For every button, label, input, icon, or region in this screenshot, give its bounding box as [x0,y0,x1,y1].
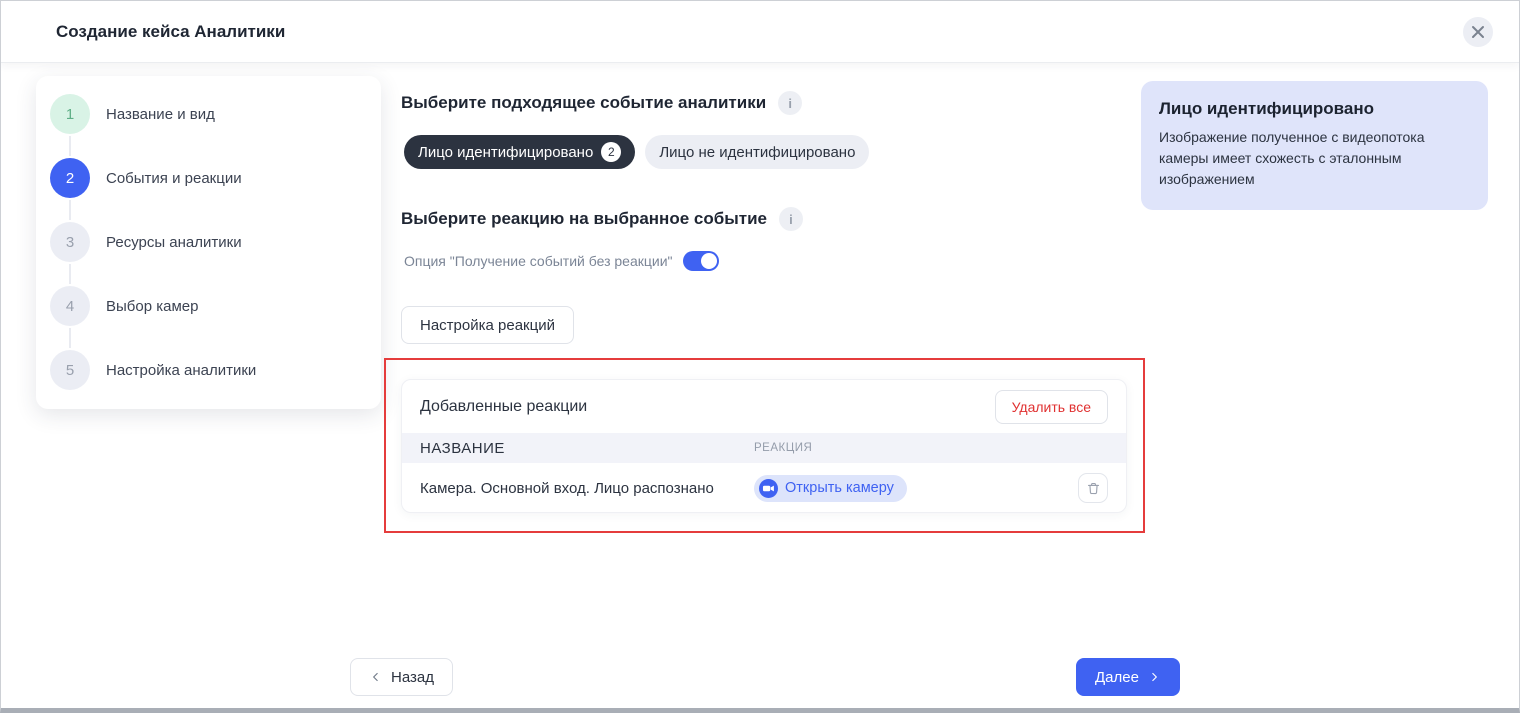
column-header-name: НАЗВАНИЕ [420,440,754,457]
reaction-row-name: Камера. Основной вход. Лицо распознано [420,480,754,497]
reactions-table-header: НАЗВАНИЕ РЕАКЦИЯ [402,433,1126,463]
next-button-label: Далее [1095,669,1139,686]
chip-count-badge: 2 [601,142,621,162]
wizard-stepper: 1 Название и вид 2 События и реакции 3 Р… [36,76,381,409]
step-label: Название и вид [106,106,215,123]
step-analytics-settings[interactable]: 5 Настройка аналитики [50,350,365,390]
info-icon[interactable]: i [778,91,802,115]
step-label: Выбор камер [106,298,198,315]
reaction-chip-label: Открыть камеру [785,480,894,496]
added-reactions-title: Добавленные реакции [420,398,587,416]
step-label: События и реакции [106,170,242,187]
step-name-and-type[interactable]: 1 Название и вид [50,94,365,134]
back-button[interactable]: Назад [350,658,453,696]
info-icon[interactable]: i [779,207,803,231]
step-label: Настройка аналитики [106,362,256,379]
no-reaction-toggle[interactable] [683,251,719,271]
step-camera-selection[interactable]: 4 Выбор камер [50,286,365,326]
step-number: 3 [50,222,90,262]
no-reaction-option-row: Опция "Получение событий без реакции" [404,251,719,271]
event-description-title: Лицо идентифицировано [1159,99,1468,119]
configure-reactions-button[interactable]: Настройка реакций [401,306,574,344]
step-number: 1 [50,94,90,134]
delete-all-button[interactable]: Удалить все [995,390,1108,424]
chip-face-not-identified[interactable]: Лицо не идентифицировано [645,135,869,169]
step-number: 4 [50,286,90,326]
event-section-title: Выберите подходящее событие аналитики i [401,91,802,115]
event-chips: Лицо идентифицировано 2 Лицо не идентифи… [404,135,869,169]
chip-label: Лицо не идентифицировано [659,144,855,161]
toggle-label: Опция "Получение событий без реакции" [404,253,673,269]
reaction-section-title-text: Выберите реакцию на выбранное событие [401,209,767,229]
chip-label: Лицо идентифицировано [418,144,593,161]
added-reactions-panel: Добавленные реакции Удалить все НАЗВАНИЕ… [401,379,1127,513]
chevron-right-icon [1147,670,1161,684]
step-analytics-resources[interactable]: 3 Ресурсы аналитики [50,222,365,262]
page-title: Создание кейса Аналитики [56,22,285,42]
event-section-title-text: Выберите подходящее событие аналитики [401,93,766,113]
back-button-label: Назад [391,669,434,686]
open-camera-reaction-chip[interactable]: Открыть камеру [754,475,907,502]
step-number: 5 [50,350,90,390]
close-button[interactable] [1463,17,1493,47]
added-reactions-header: Добавленные реакции Удалить все [402,380,1126,433]
next-button[interactable]: Далее [1076,658,1180,696]
reaction-cell: Открыть камеру [754,475,1078,502]
step-label: Ресурсы аналитики [106,234,242,251]
toggle-knob [701,253,717,269]
reaction-section-title: Выберите реакцию на выбранное событие i [401,207,803,231]
trash-icon [1086,481,1101,496]
event-description-panel: Лицо идентифицировано Изображение получе… [1141,81,1488,210]
column-header-reaction: РЕАКЦИЯ [754,442,1108,454]
chip-face-identified[interactable]: Лицо идентифицировано 2 [404,135,635,169]
close-icon [1471,25,1485,39]
step-events-and-reactions[interactable]: 2 События и реакции [50,158,365,198]
modal-header: Создание кейса Аналитики [1,1,1519,63]
event-description-text: Изображение полученное с видеопотока кам… [1159,127,1468,190]
chevron-left-icon [369,670,383,684]
table-row: Камера. Основной вход. Лицо распознано О… [402,463,1126,513]
delete-reaction-button[interactable] [1078,473,1108,503]
step-number: 2 [50,158,90,198]
camera-icon [759,479,778,498]
create-analytics-case-modal: Создание кейса Аналитики 1 Название и ви… [0,0,1520,713]
